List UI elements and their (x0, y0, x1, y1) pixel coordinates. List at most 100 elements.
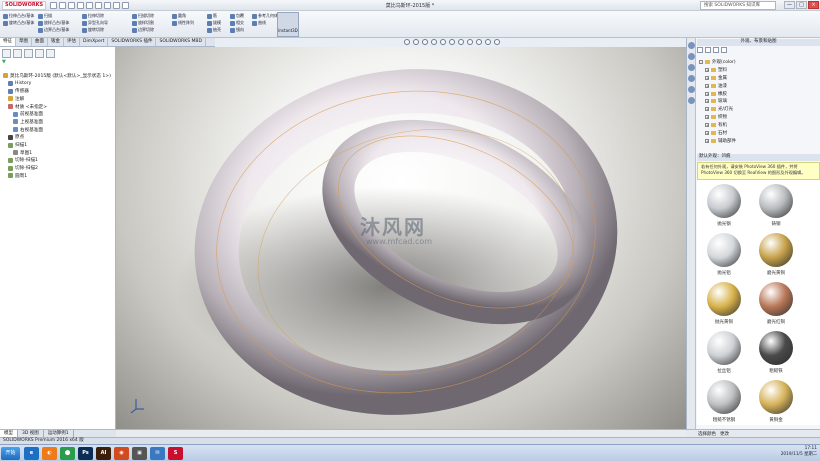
appearances-icon[interactable] (688, 86, 695, 93)
tree-node[interactable]: 莫比乌斯环-2015版 (默认<默认>_显示状态 1>) (3, 72, 115, 80)
appearance-folder[interactable]: + 塑料 (699, 66, 819, 74)
apply-scene-icon[interactable] (476, 39, 482, 45)
view-settings-icon[interactable] (485, 39, 491, 45)
close-button[interactable]: × (808, 1, 819, 9)
appearance-folder[interactable]: + 有机 (699, 121, 819, 129)
taskbar-app-icon[interactable]: Ps (78, 447, 93, 460)
tree-node[interactable]: 右视基准面 (3, 126, 115, 134)
ribbon-item[interactable]: 筋 (207, 13, 221, 19)
ribbon-item[interactable]: 线性阵列 (172, 20, 194, 26)
tab-3d-views[interactable]: 3D 视图 (18, 430, 44, 437)
taskbar-app-icon[interactable]: ⬤ (60, 447, 75, 460)
appearance-folder[interactable]: + 玻璃 (699, 97, 819, 105)
ribbon-item[interactable]: 异型孔向导 (82, 20, 108, 26)
tree-node[interactable]: 上视基准面 (3, 118, 115, 126)
tree-node[interactable]: 材质 <未指定> (3, 103, 115, 111)
rebuild-icon[interactable] (113, 2, 120, 9)
select-color-button[interactable]: 选择颜色 (698, 431, 716, 437)
zoom-to-area-icon[interactable] (413, 39, 419, 45)
file-explorer-icon[interactable] (688, 64, 695, 71)
tab-mbd[interactable]: SOLIDWORKS MBD (156, 38, 206, 46)
taskbar-app-icon[interactable]: ◐ (42, 447, 57, 460)
expand-icon[interactable]: + (705, 75, 709, 80)
ribbon-item[interactable]: 扫描切除 (132, 13, 154, 19)
ribbon-item[interactable]: 抽壳 (207, 27, 221, 33)
tree-node[interactable]: 圆周1 (3, 172, 115, 180)
ribbon-item[interactable]: 放样切割 (132, 20, 154, 26)
tab-addins[interactable]: SOLIDWORKS 插件 (108, 38, 157, 46)
expand-icon[interactable]: + (705, 83, 709, 88)
undo-icon[interactable] (95, 2, 102, 9)
refresh-icon[interactable] (721, 47, 727, 53)
ribbon-item[interactable]: 包覆 (230, 13, 244, 19)
appearance-folder[interactable]: + 金属 (699, 74, 819, 82)
section-view-icon[interactable] (431, 39, 437, 45)
horizontal-scrollbar[interactable] (116, 429, 686, 437)
appearance-folder[interactable]: + 辅助部件 (699, 137, 819, 145)
search-input[interactable]: 搜索 SOLIDWORKS 知识库 (700, 1, 776, 10)
new-file-icon[interactable] (59, 2, 66, 9)
appearance-folder[interactable]: + 油漆 (699, 82, 819, 90)
expand-icon[interactable]: + (705, 130, 709, 135)
appearance-folder[interactable]: - 外观(color) (699, 58, 819, 66)
tab-surfaces[interactable]: 曲面 (32, 38, 48, 46)
solidworks-resources-icon[interactable] (688, 42, 695, 49)
appearance-swatch[interactable]: 粗糙铁 (757, 331, 795, 374)
expand-icon[interactable]: + (705, 99, 709, 104)
taskbar-app-icon[interactable]: S (168, 447, 183, 460)
ribbon-item[interactable]: 拉伸凸台/基体 (3, 13, 34, 19)
add-folder-icon[interactable] (713, 47, 719, 53)
tree-node[interactable]: 注解 (3, 95, 115, 103)
save-icon[interactable] (77, 2, 84, 9)
change-button[interactable]: 更改 (720, 431, 729, 437)
tree-node[interactable]: 草图1 (3, 149, 115, 157)
tab-features[interactable]: 特征 (0, 38, 16, 46)
appearance-swatch[interactable]: 抛光铝 (705, 233, 743, 276)
tree-node[interactable]: 切除-扫描2 (3, 164, 115, 172)
solidworks-logo[interactable]: SOLIDWORKS (2, 1, 46, 10)
ribbon-item[interactable]: 相交 (230, 20, 244, 26)
tab-sheet-metal[interactable]: 钣金 (48, 38, 64, 46)
maximize-button[interactable]: □ (796, 1, 807, 9)
appearance-folder[interactable]: + 织物 (699, 113, 819, 121)
appearance-folder[interactable]: + 光/灯光 (699, 105, 819, 113)
design-library-icon[interactable] (688, 53, 695, 60)
taskbar-app-icon[interactable]: ▣ (132, 447, 147, 460)
print-icon[interactable] (86, 2, 93, 9)
ribbon-item[interactable]: 圆角 (172, 13, 194, 19)
appearance-swatch[interactable]: 抛光钢 (705, 184, 743, 227)
expand-icon[interactable]: + (705, 91, 709, 96)
clock-date[interactable]: 2019/11/5 星期二 (781, 452, 817, 458)
expand-icon[interactable]: + (705, 107, 709, 112)
tree-node[interactable]: History (3, 80, 115, 88)
display-manager-tab-icon[interactable] (46, 49, 55, 58)
home-icon[interactable] (50, 2, 57, 9)
forward-icon[interactable] (705, 47, 711, 53)
monitor-icon[interactable] (494, 39, 500, 45)
taskbar-app-icon[interactable]: ◉ (114, 447, 129, 460)
previous-view-icon[interactable] (422, 39, 428, 45)
select-icon[interactable] (104, 2, 111, 9)
appearance-folder[interactable]: + 石材 (699, 129, 819, 137)
display-style-icon[interactable] (449, 39, 455, 45)
taskbar-app-icon[interactable]: ✉ (150, 447, 165, 460)
filter-icon[interactable]: ▼ (2, 59, 6, 65)
ribbon-item[interactable]: 扫描 (38, 13, 69, 19)
expand-icon[interactable]: + (705, 67, 709, 72)
tab-dimxpert[interactable]: DimXpert (80, 38, 109, 46)
view-palette-icon[interactable] (688, 75, 695, 82)
appearance-swatch[interactable]: 黄铜金 (757, 380, 795, 423)
ribbon-item[interactable]: 镜向 (230, 27, 244, 33)
tree-node[interactable]: 扫描1 (3, 141, 115, 149)
ribbon-item[interactable]: 边界切除 (132, 27, 154, 33)
hide-show-items-icon[interactable] (458, 39, 464, 45)
tree-node[interactable]: 原点 (3, 134, 115, 142)
expand-icon[interactable]: + (705, 115, 709, 120)
expand-icon[interactable]: - (699, 59, 703, 64)
appearance-swatch[interactable]: 粗糙不锈钢 (705, 380, 743, 423)
tree-node[interactable]: 切除-扫描1 (3, 157, 115, 165)
ribbon-item[interactable]: 曲线 (252, 20, 278, 26)
minimize-button[interactable]: — (784, 1, 795, 9)
tree-node[interactable]: 传感器 (3, 87, 115, 95)
custom-properties-icon[interactable] (688, 97, 695, 104)
